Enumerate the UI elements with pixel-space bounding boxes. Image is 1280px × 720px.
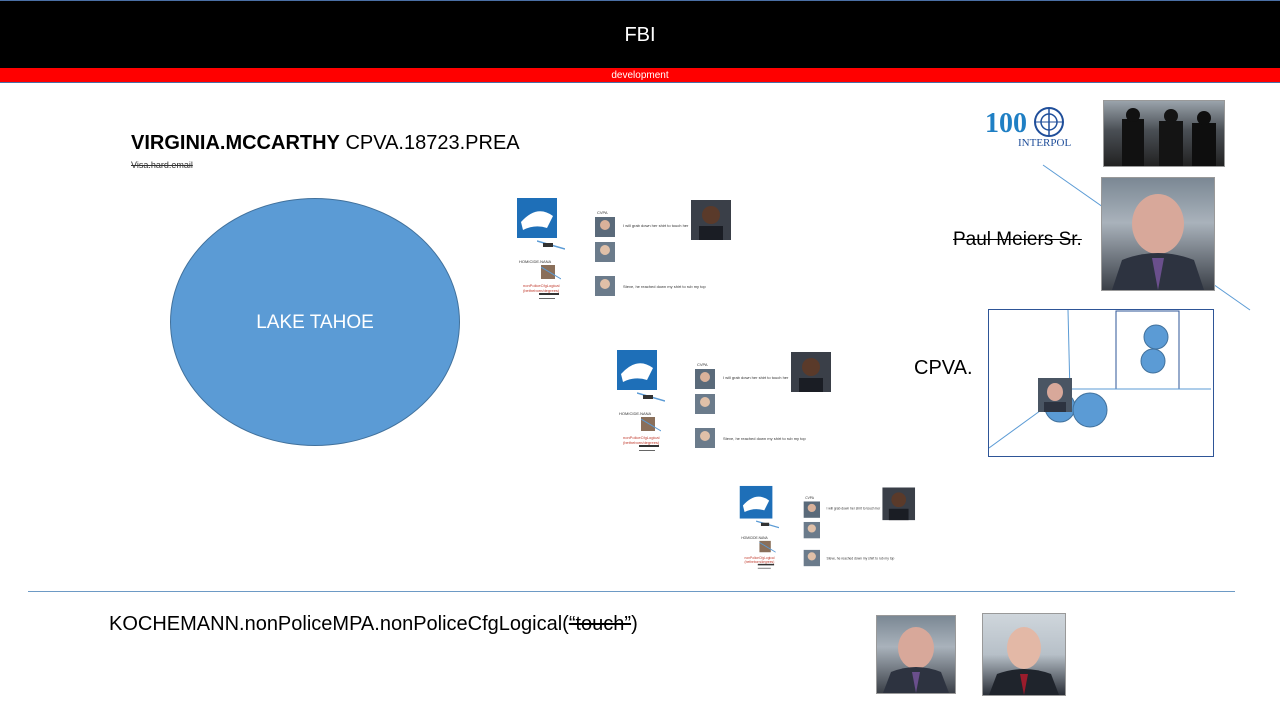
mini-bar-icon — [539, 293, 559, 299]
mini-avatar-1 — [595, 217, 615, 237]
mini-cpva: CVPA — [597, 210, 608, 215]
mini-avatar-1 — [695, 369, 715, 389]
mini-homicide: HOMICIDE.NANA — [619, 411, 652, 416]
divider-line — [28, 591, 1235, 592]
mini-slide-2: HOMICIDE.NANA nonPoliceCfgLogical (bethe… — [615, 349, 915, 469]
cpva-diagram — [988, 309, 1214, 457]
mini-row1: I will grab down her shirt to touch her — [826, 506, 881, 511]
mini-cpva: CVPA — [805, 495, 814, 500]
struck-email-text: Visa.hard.email — [131, 160, 193, 170]
mini-bar-icon — [757, 563, 775, 569]
mini-slide-1: HOMICIDE.NANA nonPoliceCfgLogical (bethe… — [515, 197, 815, 317]
footer-code-line: KOCHEMANN.nonPoliceMPA.nonPoliceCfgLogic… — [109, 613, 638, 636]
page-subtitle: development — [611, 70, 669, 81]
mini-slide-3: HOMICIDE.NANA nonPoliceCfgLogical (bethe… — [738, 485, 984, 583]
mini-avatar-3 — [803, 549, 820, 567]
mini-scribble-icon — [537, 240, 565, 250]
mini-avatar-1 — [803, 501, 820, 518]
portrait-photo-bottom-1 — [876, 615, 956, 694]
mini-photo-icon — [759, 540, 776, 553]
police-photo — [1103, 100, 1225, 167]
mini-logo-icon — [739, 485, 773, 519]
svg-text:100: 100 — [985, 108, 1027, 139]
mini-scribble-icon — [637, 392, 665, 402]
interpol-label: INTERPOL — [1018, 137, 1072, 149]
mini-logo-icon — [617, 350, 657, 390]
portrait-photo — [1101, 177, 1215, 291]
footer-code-suffix: ) — [631, 613, 638, 635]
mini-avatar-2 — [595, 242, 615, 262]
footer-code-struck: “touch” — [568, 613, 632, 635]
mini-row1: I will grab down her shirt to touch her — [623, 223, 689, 228]
mini-row2: Steve, he reached down my shirt to rub m… — [623, 284, 706, 289]
footer-code-prefix: KOCHEMANN.nonPoliceMPA.nonPoliceCfgLogic… — [109, 613, 569, 635]
mini-scribble-icon — [756, 520, 779, 529]
mini-row1: I will grab down her shirt to touch her — [723, 375, 789, 380]
mini-cpva: CVPA — [697, 362, 708, 367]
mini-avatar-3 — [595, 276, 615, 296]
lake-label: LAKE TAHOE — [256, 312, 374, 333]
mini-bar-icon — [639, 445, 659, 451]
mini-avatar-2 — [695, 394, 715, 414]
mini-avatar-2 — [803, 521, 820, 539]
mini-officer-photo — [791, 352, 831, 392]
mini-homicide: HOMICIDE.NANA — [519, 259, 552, 264]
mini-photo-icon — [641, 417, 661, 432]
mini-officer-photo — [882, 487, 916, 521]
mini-officer-photo — [691, 200, 731, 240]
name-code: CPVA.18723.PREA — [345, 132, 520, 154]
struck-name-label: Paul Meiers Sr. — [953, 229, 1082, 250]
mini-logo-icon — [517, 198, 557, 238]
mini-row2: Steve, he reached down my shirt to rub m… — [826, 556, 895, 561]
page-title: FBI — [624, 24, 656, 46]
mini-row2: Steve, he reached down my shirt to rub m… — [723, 436, 806, 441]
name-line: VIRGINIA.MCCARTHY CPVA.18723.PREA — [131, 132, 520, 155]
mini-photo-icon — [541, 265, 561, 280]
name-bold: VIRGINIA.MCCARTHY — [131, 132, 340, 154]
portrait-photo-bottom-2 — [982, 613, 1066, 696]
cpva-label: CPVA. — [914, 357, 973, 379]
mini-homicide: HOMICIDE.NANA — [741, 535, 768, 540]
mini-avatar-3 — [695, 428, 715, 448]
